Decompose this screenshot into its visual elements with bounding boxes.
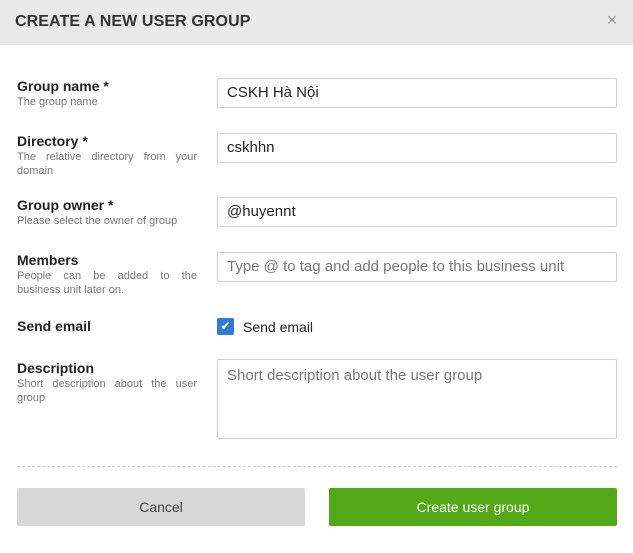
description-textarea[interactable]: Short description about the user group xyxy=(217,359,617,439)
directory-label: Directory * xyxy=(17,133,88,149)
group-name-input[interactable]: CSKH Hà Nội xyxy=(217,78,617,108)
send-email-checkbox-label[interactable]: Send email xyxy=(243,319,313,335)
create-user-group-dialog: CREATE A NEW USER GROUP × Group name * T… xyxy=(0,0,633,553)
create-user-group-button[interactable]: Create user group xyxy=(329,488,617,526)
directory-hint: The relative directory from your domain xyxy=(17,151,197,177)
dialog-title: CREATE A NEW USER GROUP xyxy=(15,13,251,30)
description-label-block: Description Short description about the … xyxy=(17,360,197,405)
dialog-header: CREATE A NEW USER GROUP × xyxy=(0,0,633,45)
description-label: Description xyxy=(17,360,95,376)
send-email-checkbox[interactable]: ✔ xyxy=(217,318,234,335)
group-owner-hint: Please select the owner of group xyxy=(17,215,178,227)
members-hint: People can be added to the business unit… xyxy=(17,270,197,296)
members-label-block: Members People can be added to the busin… xyxy=(17,252,197,297)
group-name-hint: The group name xyxy=(17,96,98,108)
group-owner-label: Group owner * xyxy=(17,197,114,213)
group-owner-input[interactable]: @huyennt xyxy=(217,197,617,227)
group-owner-label-block: Group owner * Please select the owner of… xyxy=(17,197,197,228)
cancel-button[interactable]: Cancel xyxy=(17,488,305,526)
directory-label-block: Directory * The relative directory from … xyxy=(17,133,197,178)
members-label: Members xyxy=(17,252,79,268)
footer-divider xyxy=(17,466,617,467)
send-email-label: Send email xyxy=(17,318,91,334)
directory-input[interactable]: cskhhn xyxy=(217,133,617,163)
group-name-label-block: Group name * The group name xyxy=(17,78,197,109)
close-icon[interactable]: × xyxy=(603,11,621,29)
send-email-label-block: Send email xyxy=(17,318,197,334)
members-input[interactable]: Type @ to tag and add people to this bus… xyxy=(217,252,617,282)
description-hint: Short description about the user group xyxy=(17,378,197,404)
group-name-label: Group name * xyxy=(17,78,109,94)
